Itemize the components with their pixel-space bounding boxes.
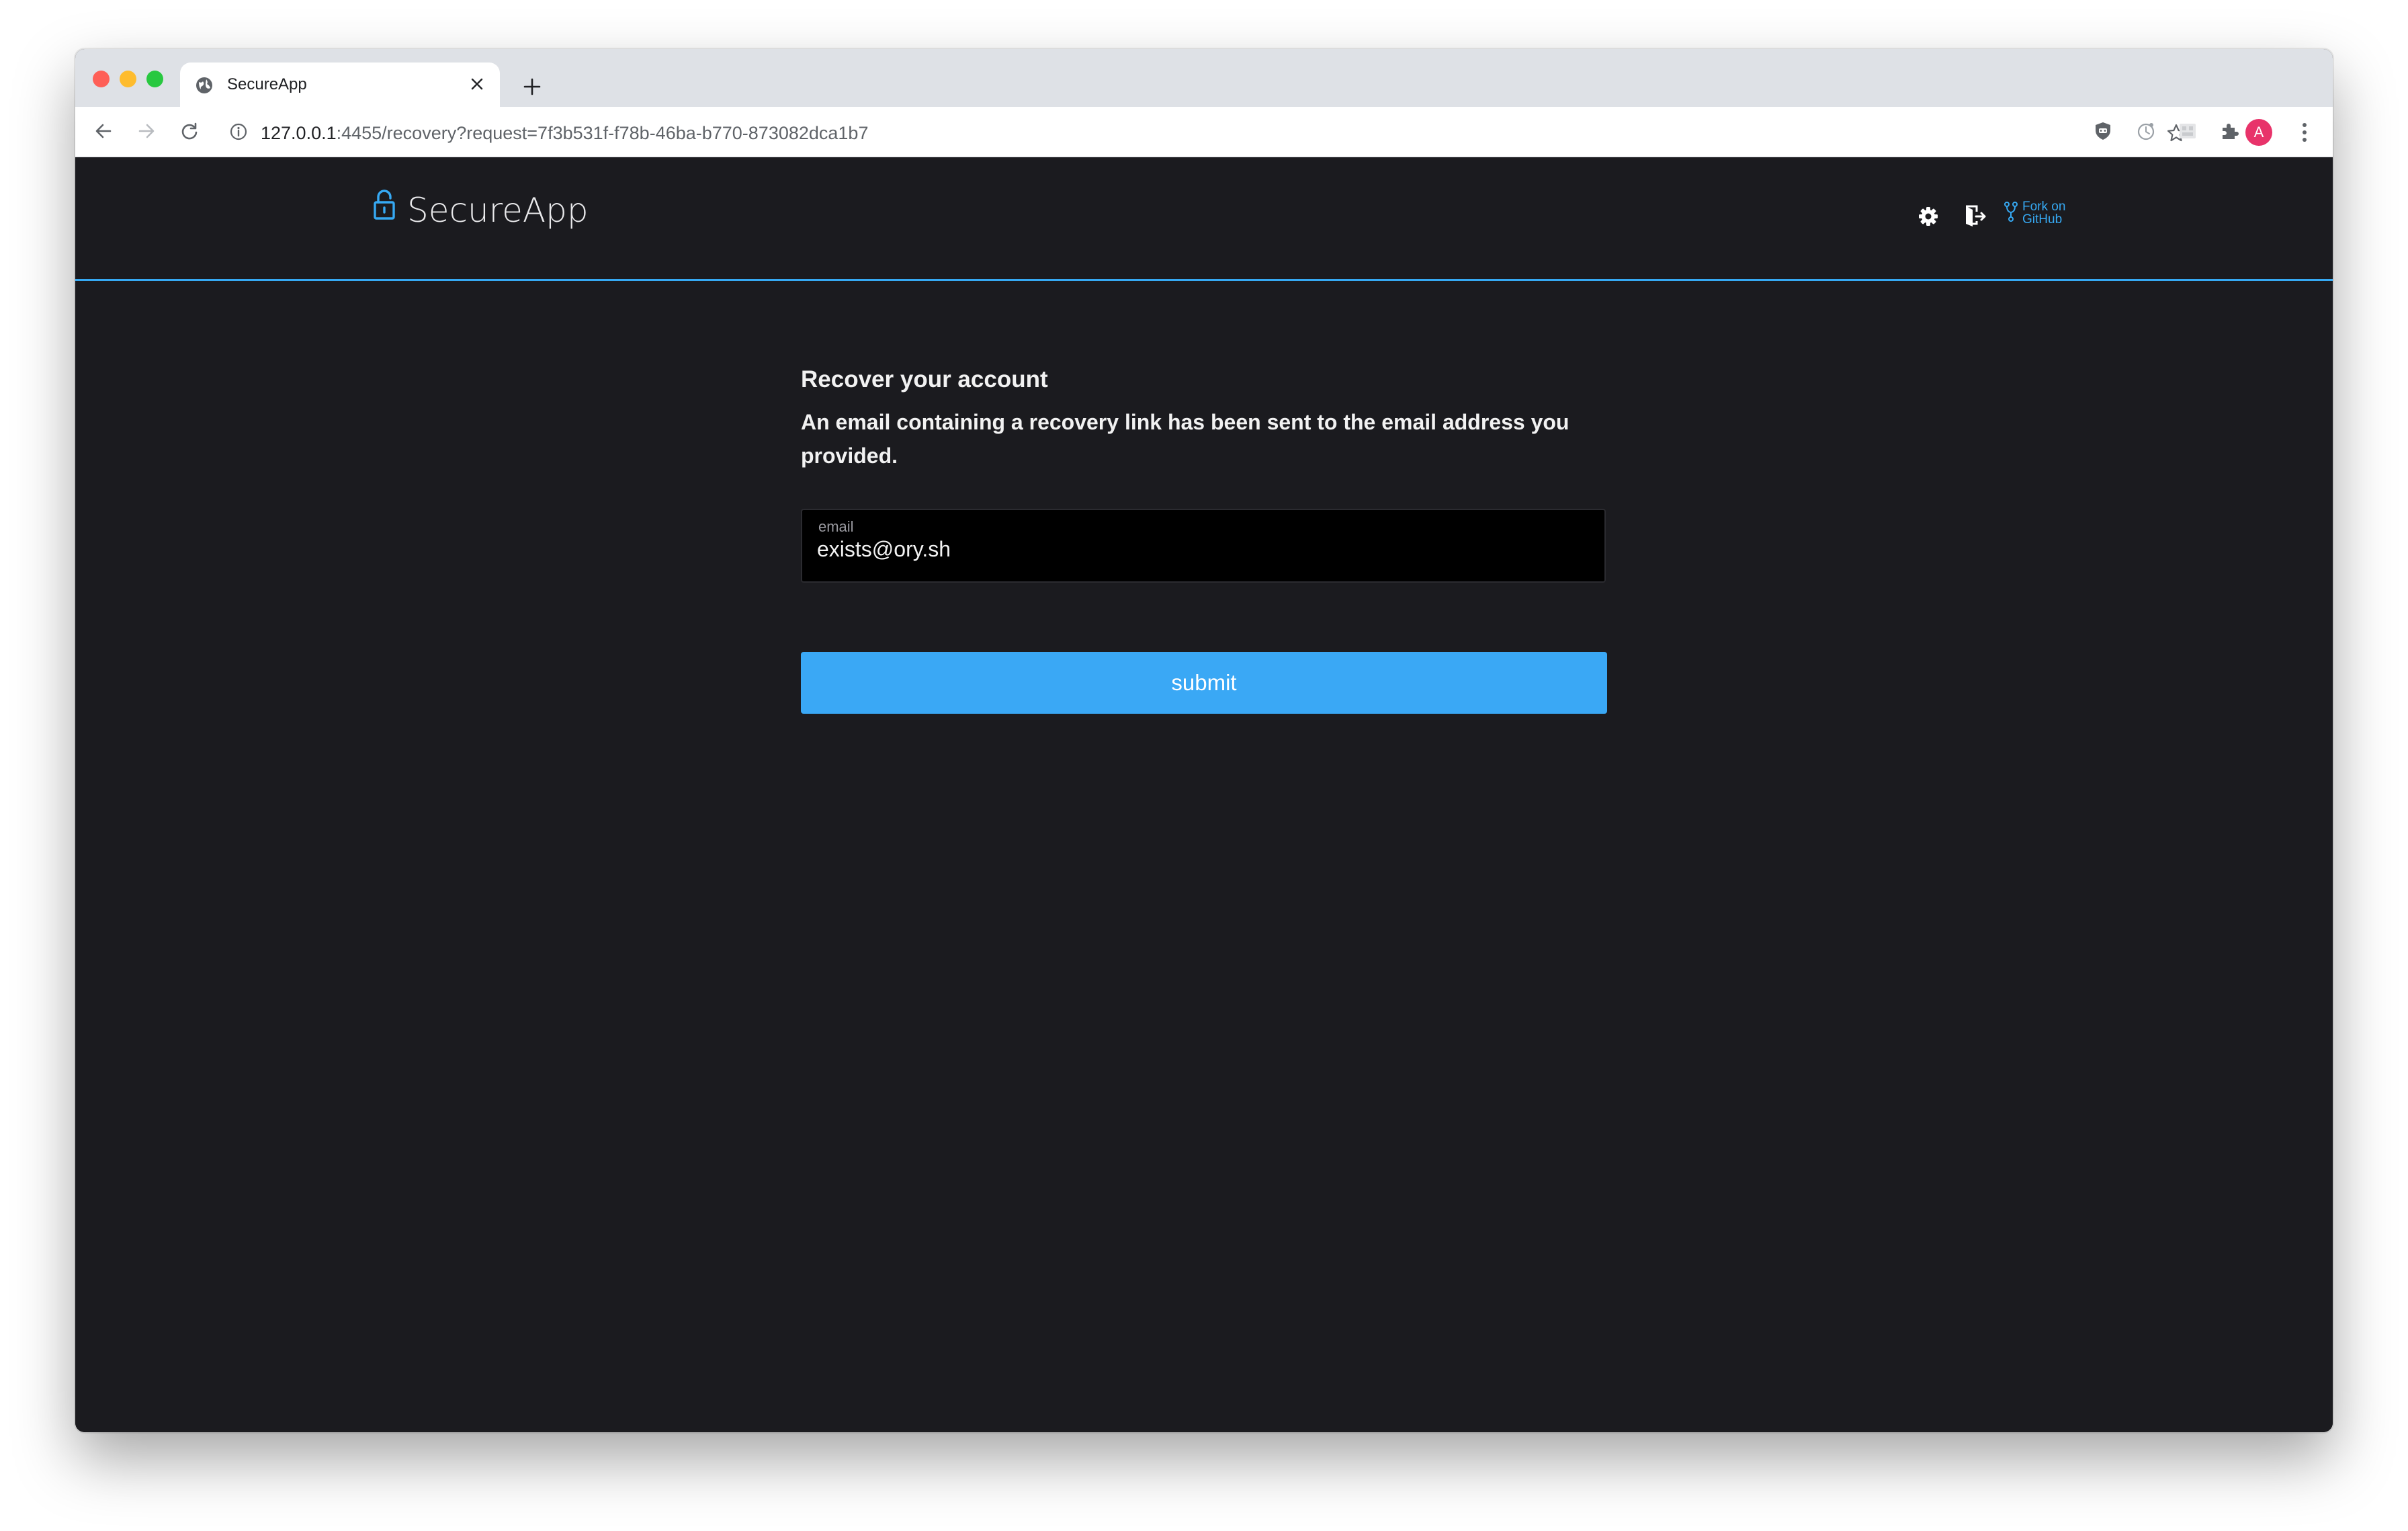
recovery-form: Recover your account An email containing… bbox=[801, 366, 1607, 714]
extension-icon[interactable] bbox=[2134, 119, 2158, 143]
info-icon[interactable] bbox=[228, 122, 249, 142]
fork-link-text: Fork on GitHub bbox=[2022, 200, 2065, 226]
email-field[interactable]: email bbox=[801, 509, 1606, 583]
browser-toolbar: 127.0.0.1:4455/recovery?request=7f3b531f… bbox=[75, 107, 2333, 157]
fork-line-2: GitHub bbox=[2022, 212, 2063, 226]
email-input[interactable] bbox=[817, 534, 1583, 564]
extension-icon[interactable] bbox=[2176, 119, 2200, 143]
url-host: 127.0.0.1 bbox=[261, 123, 337, 143]
tab-title: SecureApp bbox=[227, 75, 307, 93]
page-title: Recover your account bbox=[801, 366, 1048, 392]
close-window-button[interactable] bbox=[93, 71, 110, 87]
address-bar[interactable]: 127.0.0.1:4455/recovery?request=7f3b531f… bbox=[220, 114, 2186, 150]
fork-line-1: Fork on bbox=[2022, 200, 2066, 214]
puzzle-icon[interactable] bbox=[2217, 119, 2241, 143]
kebab-menu-icon[interactable] bbox=[2292, 119, 2317, 146]
app-header: SecureApp Fork on GitHub bbox=[75, 157, 2333, 281]
back-arrow-icon[interactable] bbox=[90, 118, 117, 144]
forward-arrow-icon[interactable] bbox=[133, 118, 160, 144]
shield-extension-icon[interactable] bbox=[2091, 119, 2115, 143]
minimize-window-button[interactable] bbox=[120, 71, 136, 87]
close-icon[interactable] bbox=[466, 73, 488, 95]
logout-icon[interactable] bbox=[1962, 203, 1989, 230]
brand-name: SecureApp bbox=[407, 191, 589, 230]
gear-icon[interactable] bbox=[1915, 203, 1942, 230]
fork-on-github-link[interactable]: Fork on GitHub bbox=[2004, 200, 2065, 226]
recovery-message: An email containing a recovery link has … bbox=[801, 410, 1570, 468]
email-label: email bbox=[818, 518, 854, 535]
browser-tab[interactable]: SecureApp bbox=[180, 63, 500, 107]
url-text: 127.0.0.1:4455/recovery?request=7f3b531f… bbox=[261, 123, 868, 144]
reload-icon[interactable] bbox=[176, 118, 203, 144]
brand-logo[interactable]: SecureApp bbox=[372, 189, 589, 230]
browser-window: SecureApp 127.0.0.1:4455/recovery?reques… bbox=[75, 49, 2333, 1432]
plus-icon[interactable] bbox=[519, 73, 546, 100]
web-page: SecureApp Fork on GitHub Recover your ac… bbox=[75, 157, 2333, 1432]
submit-button[interactable]: submit bbox=[801, 652, 1607, 714]
lock-icon bbox=[372, 189, 396, 221]
url-path: :4455/recovery?request=7f3b531f-f78b-46b… bbox=[336, 123, 869, 143]
tab-strip: SecureApp bbox=[75, 49, 2333, 107]
maximize-window-button[interactable] bbox=[146, 71, 163, 87]
fork-icon bbox=[2004, 201, 2018, 226]
profile-avatar[interactable]: A bbox=[2245, 119, 2272, 146]
globe-icon bbox=[195, 76, 214, 95]
